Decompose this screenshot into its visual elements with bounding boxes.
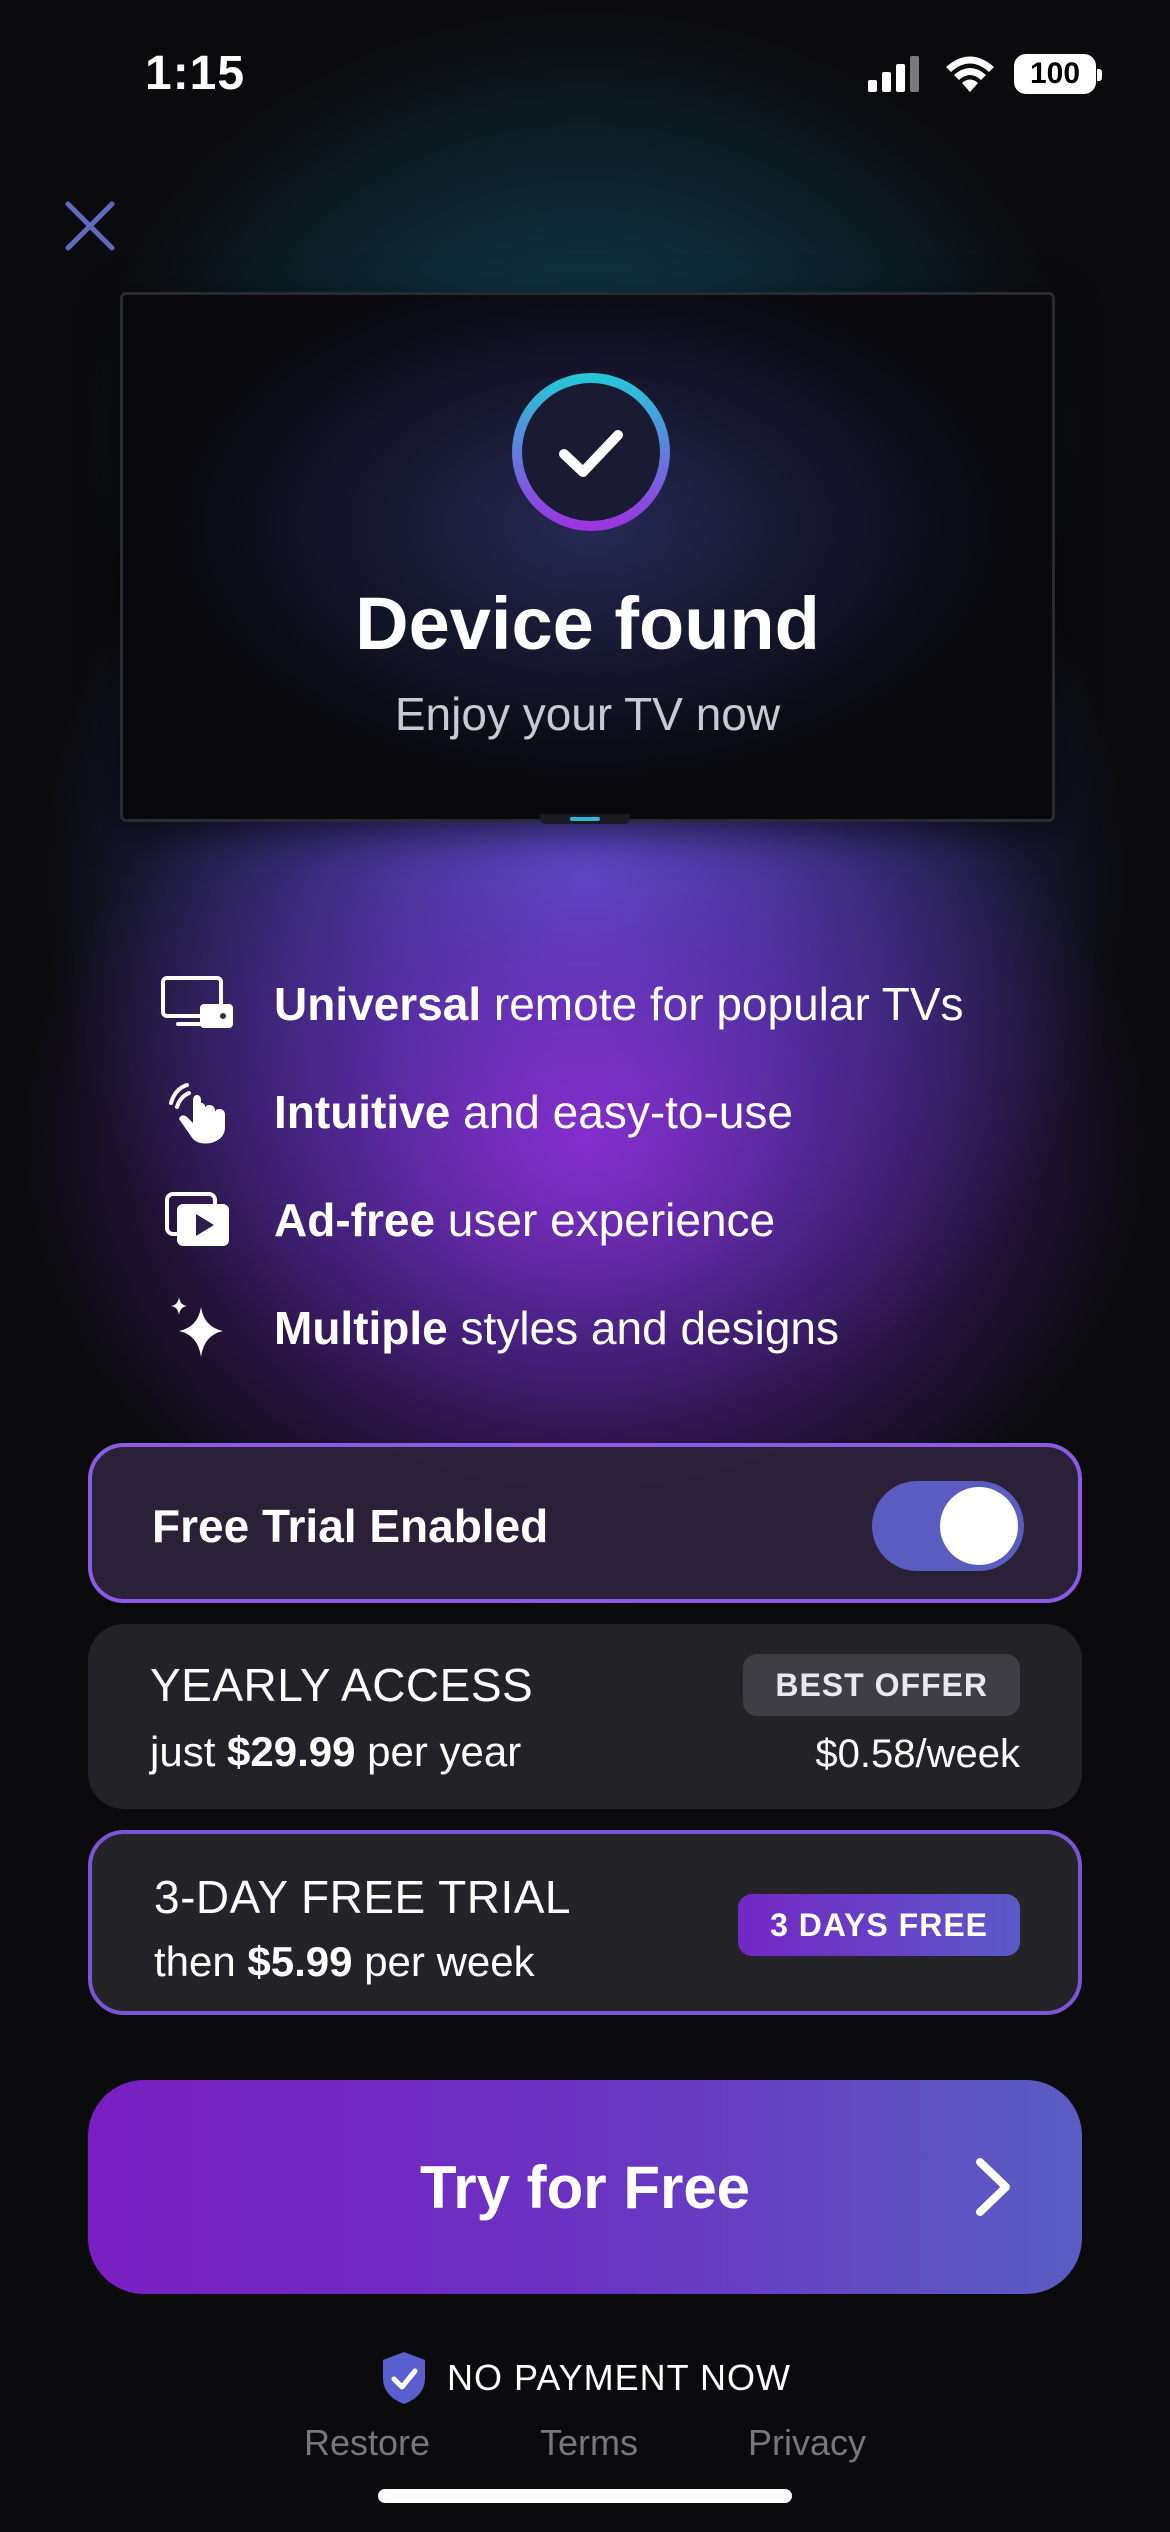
status-icons: 100 (866, 54, 1102, 94)
feature-rest: styles and designs (447, 1302, 839, 1354)
price-suffix: per year (355, 1728, 522, 1775)
feature-item: Intuitive and easy-to-use (160, 1058, 1060, 1166)
plan-title: 3-DAY FREE TRIAL (154, 1871, 572, 1923)
price-amount: $5.99 (247, 1938, 353, 1985)
battery-level: 100 (1029, 57, 1081, 90)
per-week-price: $0.58/week (815, 1732, 1020, 1776)
feature-rest: and easy-to-use (450, 1086, 793, 1138)
try-for-free-button[interactable]: Try for Free (88, 2080, 1082, 2294)
feature-bold: Multiple (274, 1302, 448, 1354)
tv-illustration: Device found Enjoy your TV now (120, 292, 1055, 822)
best-offer-badge: BEST OFFER (743, 1654, 1020, 1716)
free-trial-label: Free Trial Enabled (152, 1500, 549, 1552)
feature-item: Ad-free user experience (160, 1166, 1060, 1274)
feature-item: Multiple styles and designs (160, 1274, 1060, 1382)
battery-indicator: 100 (1014, 54, 1102, 94)
free-trial-toggle[interactable] (872, 1481, 1024, 1571)
play-video-icon (165, 1192, 229, 1246)
plan-title: YEARLY ACCESS (150, 1659, 534, 1711)
cellular-signal-icon (868, 56, 919, 92)
no-payment-label: NO PAYMENT NOW (446, 2357, 791, 2398)
feature-list: Universal remote for popular TVs Intuiti… (160, 950, 1060, 1382)
privacy-link[interactable]: Privacy (748, 2422, 866, 2464)
device-found-subtitle: Enjoy your TV now (394, 688, 781, 740)
restore-link[interactable]: Restore (304, 2422, 430, 2464)
price-suffix: per week (352, 1938, 535, 1985)
free-trial-toggle-row[interactable]: Free Trial Enabled (88, 1443, 1082, 1603)
shield-check-icon (382, 2352, 425, 2404)
days-free-badge: 3 DAYS FREE (738, 1894, 1020, 1956)
feature-bold: Universal (274, 978, 482, 1030)
plan-price: just $29.99 per year (150, 1728, 521, 1776)
feature-rest: remote for popular TVs (481, 978, 964, 1030)
status-time: 1:15 (145, 47, 246, 100)
close-icon[interactable] (60, 196, 120, 256)
feature-rest: user experience (435, 1194, 776, 1246)
plan-price: then $5.99 per week (154, 1938, 535, 1986)
plan-weekly[interactable]: 3-DAY FREE TRIAL then $5.99 per week 3 D… (88, 1830, 1082, 2015)
tv-remote-icon (161, 976, 233, 1028)
sparkles-icon (171, 1297, 223, 1357)
toggle-knob (940, 1487, 1018, 1565)
hand-tap-icon (169, 1083, 225, 1144)
chevron-right-icon (976, 2158, 1010, 2216)
feature-item: Universal remote for popular TVs (160, 950, 1060, 1058)
home-indicator (378, 2489, 792, 2503)
price-prefix: just (150, 1728, 228, 1775)
plan-yearly[interactable]: YEARLY ACCESS just $29.99 per year BEST … (88, 1624, 1082, 1809)
footer-links: Restore Terms Privacy (0, 2422, 1170, 2464)
cta-label: Try for Free (419, 2153, 751, 2221)
tv-stand (540, 814, 630, 824)
check-circle-icon (512, 373, 670, 531)
price-amount: $29.99 (227, 1728, 356, 1775)
price-prefix: then (154, 1938, 248, 1985)
no-payment-notice: NO PAYMENT NOW (0, 2350, 1170, 2406)
feature-bold: Intuitive (274, 1086, 451, 1138)
device-found-title: Device found (355, 582, 820, 665)
terms-link[interactable]: Terms (540, 2422, 638, 2464)
wifi-icon (946, 56, 994, 92)
feature-bold: Ad-free (274, 1194, 436, 1246)
